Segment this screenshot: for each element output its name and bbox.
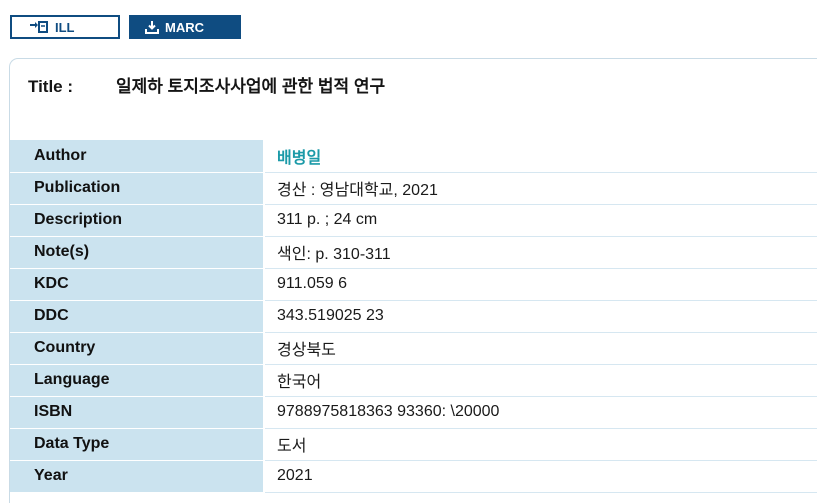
marc-button-label: MARC — [165, 19, 204, 35]
field-value-notes: 색인: p. 310-311 — [263, 236, 817, 269]
field-label-notes: Note(s) — [10, 236, 264, 269]
ill-button-label: ILL — [55, 19, 75, 35]
field-value-ddc: 343.519025 23 — [263, 300, 817, 333]
ill-button[interactable]: ILL — [10, 15, 120, 39]
interlibrary-loan-icon — [30, 21, 48, 33]
table-row: Author 배병일 — [10, 140, 817, 173]
record-toolbar: ILL MARC — [10, 15, 241, 39]
table-row: Data Type 도서 — [10, 428, 817, 461]
field-label-publication: Publication — [10, 172, 264, 205]
title-label: Title : — [28, 77, 74, 96]
table-row: KDC 911.059 6 — [10, 268, 817, 301]
marc-button[interactable]: MARC — [129, 15, 241, 39]
table-row: Country 경상북도 — [10, 332, 817, 365]
field-value-country: 경상북도 — [263, 332, 817, 365]
field-label-year: Year — [10, 460, 264, 493]
field-value-description: 311 p. ; 24 cm — [263, 204, 817, 237]
table-row: DDC 343.519025 23 — [10, 300, 817, 333]
field-label-language: Language — [10, 364, 264, 397]
table-row: Description 311 p. ; 24 cm — [10, 204, 817, 237]
table-row: Year 2021 — [10, 460, 817, 493]
field-label-ddc: DDC — [10, 300, 264, 333]
author-link[interactable]: 배병일 — [263, 140, 817, 173]
table-row: ISBN 9788975818363 93360: \20000 — [10, 396, 817, 429]
table-row: Note(s) 색인: p. 310-311 — [10, 236, 817, 269]
field-label-isbn: ISBN — [10, 396, 264, 429]
field-label-data-type: Data Type — [10, 428, 264, 461]
field-label-description: Description — [10, 204, 264, 237]
field-value-isbn: 9788975818363 93360: \20000 — [263, 396, 817, 429]
field-value-year: 2021 — [263, 460, 817, 493]
field-value-kdc: 911.059 6 — [263, 268, 817, 301]
field-label-kdc: KDC — [10, 268, 264, 301]
field-label-author: Author — [10, 140, 264, 173]
title-row: Title : 일제하 토지조사사업에 관한 법적 연구 — [28, 72, 385, 97]
download-icon — [145, 21, 159, 34]
field-label-country: Country — [10, 332, 264, 365]
table-row: Language 한국어 — [10, 364, 817, 397]
record-title: 일제하 토지조사사업에 관한 법적 연구 — [116, 77, 386, 96]
field-value-language: 한국어 — [263, 364, 817, 397]
field-value-publication: 경산 : 영남대학교, 2021 — [263, 172, 817, 205]
bibliographic-table: Author 배병일 Publication 경산 : 영남대학교, 2021 … — [10, 140, 817, 493]
record-detail-panel: Title : 일제하 토지조사사업에 관한 법적 연구 Author 배병일 … — [9, 58, 817, 503]
table-row: Publication 경산 : 영남대학교, 2021 — [10, 172, 817, 205]
field-value-data-type: 도서 — [263, 428, 817, 461]
